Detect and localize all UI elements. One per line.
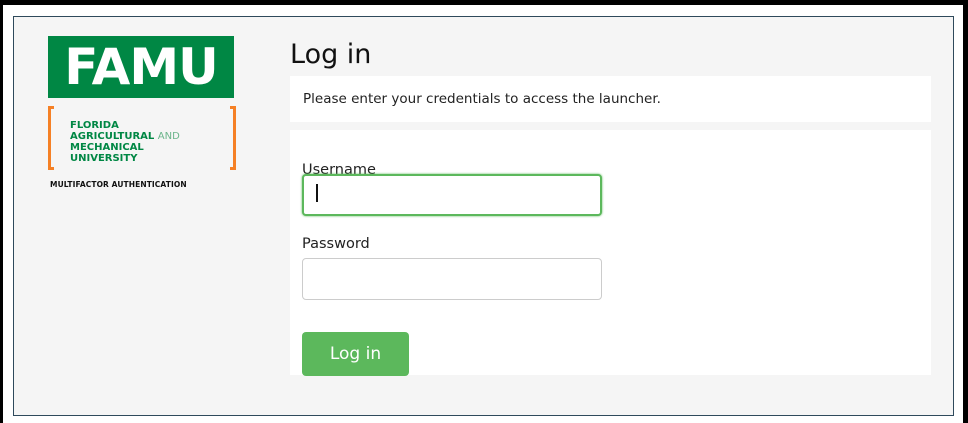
login-button[interactable]: Log in	[302, 332, 409, 376]
logo-line-2-bold: AGRICULTURAL	[70, 131, 155, 142]
logo-bracket-right	[230, 106, 236, 170]
logo-bracket-left	[48, 106, 54, 170]
logo-wordmark: FAMU	[48, 36, 234, 98]
message-box: Please enter your credentials to access …	[290, 76, 931, 122]
logo-line-2-light: AND	[157, 131, 180, 142]
logo-line-1: FLORIDA	[70, 120, 119, 131]
login-panel: FAMU FLORIDA AGRICULTURAL AND MECHANICAL…	[13, 16, 954, 416]
logo-line-3: MECHANICAL	[70, 142, 144, 153]
window-frame: FAMU FLORIDA AGRICULTURAL AND MECHANICAL…	[3, 5, 963, 423]
logo-line-4: UNIVERSITY	[70, 153, 138, 164]
logo-line-2: AGRICULTURAL AND	[70, 131, 230, 142]
logo-university-name: FLORIDA AGRICULTURAL AND MECHANICAL UNIV…	[70, 120, 230, 164]
username-field[interactable]	[302, 174, 602, 216]
instruction-message: Please enter your credentials to access …	[303, 91, 661, 107]
password-label: Password	[302, 236, 370, 252]
login-form: Username Password Log in	[290, 130, 931, 376]
password-field[interactable]	[302, 258, 602, 300]
page-title: Log in	[290, 39, 372, 70]
text-caret	[316, 184, 318, 202]
logo-tagline: MULTIFACTOR AUTHENTICATION	[50, 180, 187, 189]
